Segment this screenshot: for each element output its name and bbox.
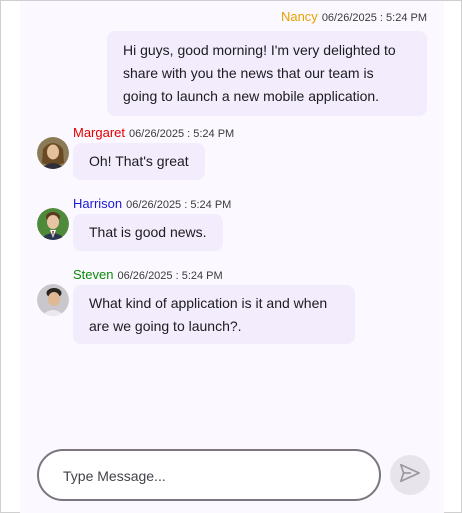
message-meta: Harrison 06/26/2025 : 5:24 PM xyxy=(73,195,231,213)
message-meta: Steven 06/26/2025 : 5:24 PM xyxy=(73,266,223,284)
message-time: 06/26/2025 : 5:24 PM xyxy=(117,270,223,282)
send-button[interactable] xyxy=(390,455,430,495)
message-time: 06/26/2025 : 5:24 PM xyxy=(321,12,427,24)
message-bubble: That is good news. xyxy=(73,214,223,251)
avatar-man-icon xyxy=(37,284,69,316)
avatar-woman-icon xyxy=(37,137,69,169)
message-time: 06/26/2025 : 5:24 PM xyxy=(129,128,235,140)
avatar-man-suit-icon xyxy=(37,208,69,240)
message-time: 06/26/2025 : 5:24 PM xyxy=(126,199,232,211)
send-icon xyxy=(399,462,421,489)
message-meta: Margaret 06/26/2025 : 5:24 PM xyxy=(73,124,234,142)
author-name: Steven xyxy=(73,267,114,282)
message-input[interactable] xyxy=(63,465,363,487)
chat-window: Nancy 06/26/2025 : 5:24 PM Hi guys, good … xyxy=(0,0,462,513)
message-meta: Nancy 06/26/2025 : 5:24 PM xyxy=(107,9,427,24)
message-bubble: Oh! That's great xyxy=(73,143,205,180)
message-bubble: What kind of application is it and when … xyxy=(73,285,355,344)
message-bubble: Hi guys, good morning! I'm very delighte… xyxy=(107,31,427,116)
author-name: Nancy xyxy=(280,9,318,24)
message-input-container xyxy=(37,449,381,501)
author-name: Harrison xyxy=(73,196,123,211)
author-name: Margaret xyxy=(73,125,126,140)
message-outgoing: Nancy 06/26/2025 : 5:24 PM Hi guys, good … xyxy=(107,9,427,116)
